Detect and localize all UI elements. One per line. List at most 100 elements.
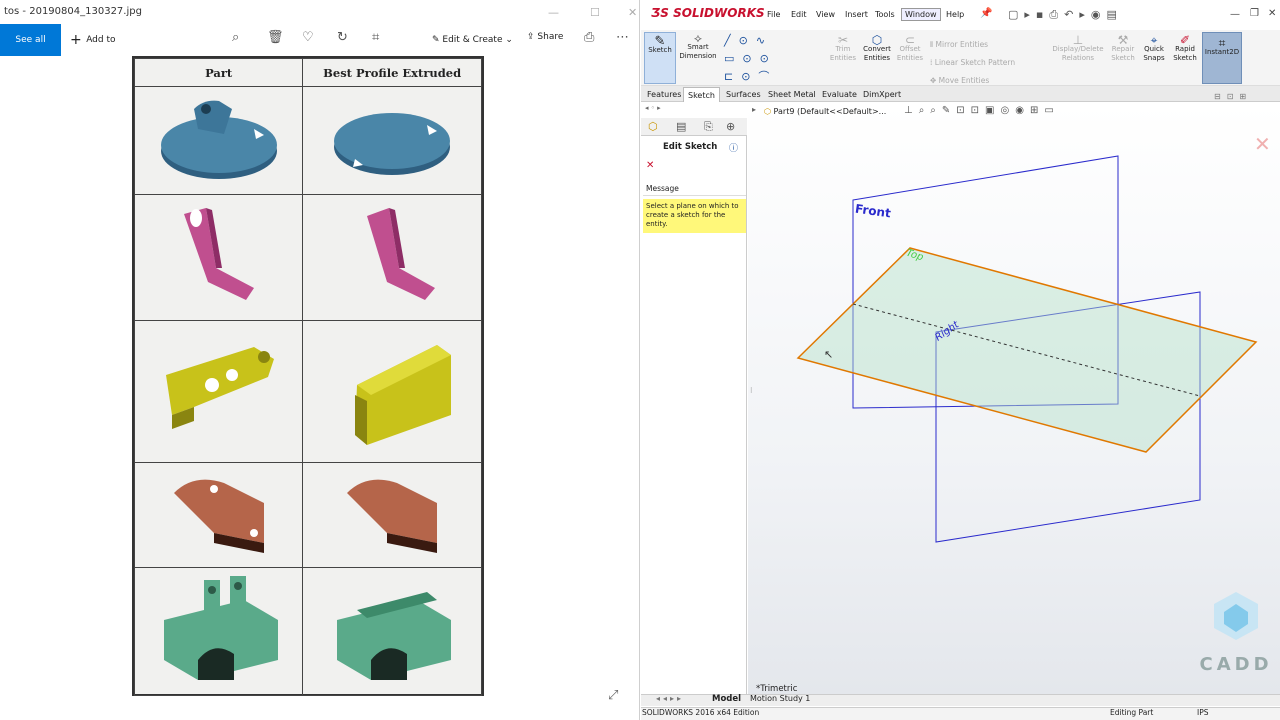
exit-sketch-icon[interactable]: ✕	[1254, 132, 1271, 156]
panel-splitter[interactable]: ⁝	[750, 386, 753, 395]
tab-features[interactable]: Features	[643, 87, 685, 102]
tab-sheet-metal[interactable]: Sheet Metal	[764, 87, 820, 102]
smart-dimension-button[interactable]: ⟡ Smart Dimension	[678, 31, 718, 61]
zoom-icon[interactable]: ⌕	[232, 30, 239, 45]
close-icon[interactable]: ✕	[628, 6, 637, 19]
ds-logo-icon: ƷS	[651, 6, 674, 20]
convert-icon: ⬡	[871, 33, 883, 47]
add-to-label: Add to	[86, 35, 116, 45]
message-header: Message	[643, 184, 746, 196]
menu-help[interactable]: Help	[946, 10, 964, 19]
solidworks-logo: ƷS SOLIDWORKS	[651, 6, 765, 20]
menu-insert[interactable]: Insert	[845, 10, 868, 19]
favorite-icon[interactable]: ♡	[302, 30, 314, 45]
profile-5	[302, 567, 482, 696]
cancel-icon[interactable]: ✕	[646, 160, 654, 171]
tab-motion-study[interactable]: Motion Study 1	[750, 694, 810, 703]
convert-label: Convert Entities	[863, 45, 891, 62]
rapid-sketch-label: Rapid Sketch	[1173, 45, 1197, 62]
photos-title: tos - 20190804_130327.jpg	[4, 6, 142, 17]
cadd-watermark: CADD	[1196, 590, 1276, 680]
pin-icon[interactable]: 📌	[980, 8, 992, 19]
part-5	[133, 567, 304, 696]
see-all-photos-button[interactable]: See all photos	[0, 24, 61, 77]
cadd-text: CADD	[1199, 654, 1273, 675]
help-icon[interactable]: ⓘ	[729, 141, 738, 154]
trim-label: Trim Entities	[829, 45, 857, 62]
smart-dimension-icon: ⟡	[694, 31, 702, 45]
trim-entities-button[interactable]: ✂ Trim Entities	[828, 33, 858, 63]
more-icon[interactable]: ⋯	[616, 30, 629, 45]
repair-sketch-button[interactable]: ⚒ Repair Sketch	[1108, 34, 1138, 63]
top-plane	[796, 247, 1258, 453]
menu-file[interactable]: File	[767, 10, 780, 19]
crop-icon[interactable]: ⌗	[372, 30, 379, 45]
quick-access-icons[interactable]: ▢▸▪⎙↶▸◉▤	[1008, 8, 1123, 22]
panel-collapse-icons[interactable]: ◂ ◦ ▸	[645, 104, 747, 112]
tab-scroll-icons[interactable]: ◂◂▸▸	[656, 694, 684, 703]
status-units[interactable]: IPS	[1197, 708, 1209, 717]
rotate-icon[interactable]: ↻	[337, 30, 348, 45]
rapid-sketch-button[interactable]: ✐ Rapid Sketch	[1170, 34, 1200, 63]
edit-create-label: Edit & Create	[442, 35, 503, 45]
sw-close-icon[interactable]: ✕	[1268, 8, 1276, 19]
move-icon: ✥	[930, 76, 939, 85]
tab-model[interactable]: Model	[712, 694, 741, 704]
offset-entities-button[interactable]: ⊂ Offset Entities	[896, 34, 924, 63]
linear-pattern-button[interactable]: ⁞ Linear Sketch Pattern	[930, 54, 1015, 72]
menu-view[interactable]: View	[816, 10, 835, 19]
part-2	[133, 194, 304, 321]
edit-create-button[interactable]: ✎ Edit & Create ⌄	[432, 24, 513, 56]
linear-pattern-label: Linear Sketch Pattern	[934, 58, 1016, 67]
sw-minimize-icon[interactable]: —	[1230, 9, 1240, 20]
add-to-button[interactable]: + Add to	[70, 24, 116, 56]
convert-entities-button[interactable]: ⬡ Convert Entities	[860, 33, 894, 63]
minimize-icon[interactable]: —	[548, 6, 559, 19]
profile-3	[302, 320, 482, 463]
logo-text: SOLIDWORKS	[673, 6, 765, 20]
trim-icon: ✂	[837, 33, 849, 47]
menu-tools[interactable]: Tools	[875, 10, 895, 19]
mirror-entities-button[interactable]: ⫴ Mirror Entities	[930, 36, 1015, 54]
dimxpert-icon[interactable]: ⊕	[726, 120, 735, 133]
part-4	[133, 462, 304, 568]
tab-evaluate[interactable]: Evaluate	[818, 87, 861, 102]
expand-icon[interactable]: ⤢	[608, 688, 618, 703]
configuration-icon[interactable]: ⎘	[704, 120, 713, 134]
tree-expand-icon[interactable]: ▸	[752, 105, 756, 114]
instant2d-button[interactable]: ⌗ Instant2D	[1202, 32, 1242, 84]
sw-restore-icon[interactable]: ❐	[1250, 8, 1259, 19]
tab-dimxpert[interactable]: DimXpert	[859, 87, 905, 102]
menu-window[interactable]: Window	[901, 8, 941, 21]
delete-icon[interactable]: 🗑	[267, 30, 284, 45]
part-tree[interactable]: ⬡ Part9 (Default<<Default>...	[764, 107, 886, 116]
part-1	[133, 86, 304, 195]
smart-dimension-label: Smart Dimension	[679, 43, 717, 60]
quick-snaps-icon: ⌖	[1150, 33, 1158, 47]
status-mode: Editing Part	[1110, 708, 1154, 717]
share-button[interactable]: ⇪ Share	[527, 24, 563, 50]
part-name: Part9 (Default<<Default>...	[773, 107, 887, 116]
move-label: Move Entities	[938, 76, 990, 85]
tab-surfaces[interactable]: Surfaces	[722, 87, 765, 102]
offset-label: Offset Entities	[896, 45, 924, 62]
part-icon: ⬡	[764, 107, 774, 116]
heads-up-toolbar[interactable]: ⊥⌕⌕✎⊡⊡▣◎◉⊞▭	[904, 105, 1060, 116]
chevron-down-icon: ⌄	[502, 35, 513, 45]
viewport-window-controls[interactable]: ⊟⊡⊞	[1214, 92, 1252, 101]
plus-icon: +	[70, 32, 87, 48]
relations-label: Display/Delete Relations	[1052, 45, 1104, 62]
cadd-logo-icon	[1214, 592, 1258, 640]
part-3	[133, 320, 304, 463]
print-icon[interactable]: ⎙	[584, 30, 594, 45]
sketch-button[interactable]: ✎ Sketch	[644, 32, 676, 84]
maximize-icon[interactable]: ☐	[590, 6, 600, 19]
display-delete-relations-button[interactable]: ⊥ Display/Delete Relations	[1050, 34, 1106, 63]
tab-sketch[interactable]: Sketch	[683, 87, 720, 102]
share-label: Share	[537, 32, 564, 42]
property-manager-icon[interactable]: ▤	[676, 120, 686, 133]
sketch-entity-icons[interactable]: ╱⊙∿ ▭⊙⊙ ⊏⊙⌒	[724, 32, 824, 86]
menu-edit[interactable]: Edit	[791, 10, 807, 19]
feature-tree-icon[interactable]: ⬡	[648, 120, 658, 133]
quick-snaps-button[interactable]: ⌖ Quick Snaps	[1140, 33, 1168, 63]
